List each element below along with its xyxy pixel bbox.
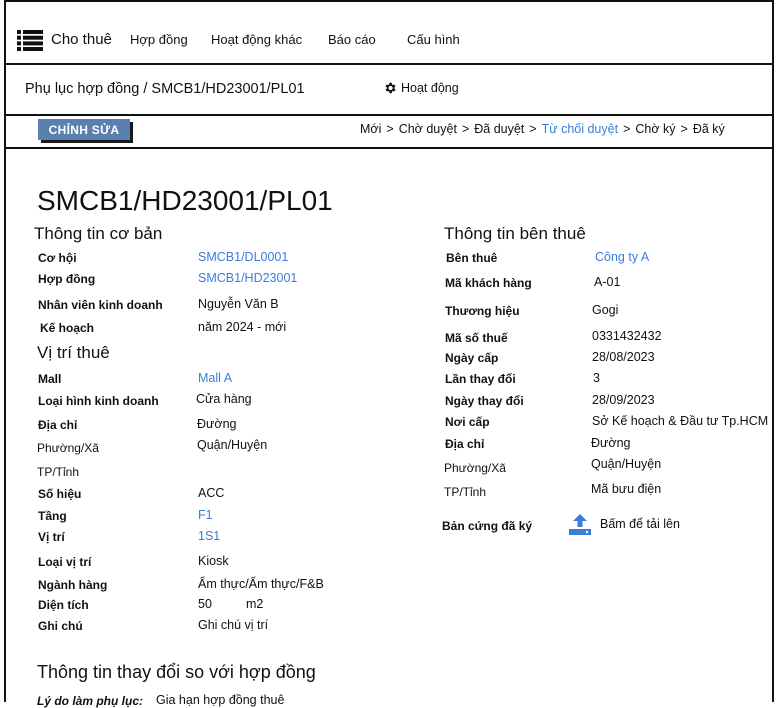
- floor-link[interactable]: F1: [198, 508, 213, 522]
- address-label: Địa chỉ: [38, 418, 78, 432]
- tax-code-value: 0331432432: [592, 329, 662, 343]
- contract-link[interactable]: SMCB1/HD23001: [198, 271, 297, 285]
- chevron-right-icon: >: [623, 122, 631, 136]
- opportunity-link[interactable]: SMCB1/DL0001: [198, 250, 288, 264]
- postal-code-value: Mã bưu điện: [591, 482, 662, 496]
- status-new[interactable]: Mới: [360, 122, 381, 136]
- nav-item-settings[interactable]: Cấu hình: [407, 32, 460, 47]
- status-signed[interactable]: Đã ký: [693, 122, 725, 136]
- customer-code-value: A-01: [594, 275, 621, 289]
- status-rejected[interactable]: Từ chối duyệt: [542, 122, 618, 136]
- sales-value: Nguyễn Văn B: [198, 297, 279, 311]
- issue-place-value: Sở Kế hoạch & Đầu tư Tp.HCM: [592, 414, 769, 428]
- address-value: Đường: [197, 417, 237, 431]
- activity-button[interactable]: Hoạt động: [383, 81, 459, 95]
- app-frame: [4, 0, 774, 702]
- status-awaiting-sign[interactable]: Chờ ký: [635, 122, 675, 136]
- upload-label: Bấm để tải lên: [600, 517, 680, 531]
- mall-link[interactable]: Mall A: [198, 371, 232, 385]
- plan-value: năm 2024 - mới: [198, 320, 287, 334]
- divider: [4, 147, 774, 149]
- divider: [4, 63, 774, 65]
- nav-item-reports[interactable]: Báo cáo: [328, 32, 376, 47]
- unit-number-label: Số hiệu: [38, 487, 82, 501]
- position-link[interactable]: 1S1: [198, 529, 220, 543]
- issue-place-label: Nơi cấp: [445, 415, 490, 429]
- floor-label: Tầng: [38, 509, 67, 523]
- plan-label: Kế hoạch: [40, 321, 95, 335]
- tenant-label: Bên thuê: [446, 251, 498, 265]
- tenant-district-value: Quận/Huyện: [591, 457, 662, 471]
- customer-code-label: Mã khách hàng: [445, 276, 532, 290]
- nav-item-contracts[interactable]: Hợp đồng: [130, 32, 188, 47]
- note-value: Ghi chú vị trí: [198, 618, 269, 632]
- change-date-label: Ngày thay đổi: [445, 394, 524, 408]
- position-type-label: Loại vị trí: [38, 555, 92, 569]
- upload-button[interactable]: Bấm để tải lên: [568, 512, 680, 536]
- ward-label: Phường/Xã: [37, 441, 99, 455]
- activity-label: Hoạt động: [401, 81, 459, 95]
- status-pipeline: Mới > Chờ duyệt > Đã duyệt > Từ chối duy…: [360, 122, 725, 136]
- tenant-address-label: Địa chỉ: [445, 437, 485, 451]
- brand-label: Thương hiệu: [445, 304, 520, 318]
- tax-code-label: Mã số thuế: [445, 331, 508, 345]
- change-count-value: 3: [593, 371, 600, 385]
- tenant-address-value: Đường: [591, 436, 631, 450]
- status-approved[interactable]: Đã duyệt: [474, 122, 524, 136]
- page-title: SMCB1/HD23001/PL01: [37, 185, 333, 216]
- reason-label: Lý do làm phụ lục:: [37, 694, 144, 708]
- area-label: Diện tích: [38, 598, 89, 612]
- app-brand[interactable]: Cho thuê: [51, 31, 112, 48]
- brand-value: Gogi: [592, 303, 619, 317]
- tenant-province-label: TP/Tỉnh: [444, 485, 487, 499]
- opportunity-label: Cơ hội: [38, 251, 77, 265]
- unit-number-value: ACC: [198, 486, 225, 500]
- reason-value: Gia hạn hợp đồng thuê: [156, 693, 285, 707]
- change-date-value: 28/09/2023: [592, 393, 655, 407]
- chevron-right-icon: >: [680, 122, 688, 136]
- industry-label: Ngành hàng: [38, 578, 108, 592]
- position-type-value: Kiosk: [198, 554, 229, 568]
- edit-button[interactable]: CHỈNH SỬA: [38, 119, 130, 140]
- divider: [4, 114, 774, 116]
- mall-label: Mall: [38, 372, 62, 386]
- chevron-right-icon: >: [461, 122, 470, 136]
- breadcrumb: Phụ lục hợp đồng / SMCB1/HD23001/PL01: [25, 81, 305, 97]
- province-label: TP/Tỉnh: [37, 465, 80, 479]
- gear-icon: [383, 81, 397, 95]
- tenant-link[interactable]: Công ty A: [595, 250, 649, 264]
- signed-copy-label: Bản cứng đã ký: [442, 519, 533, 533]
- change-count-label: Lần thay đổi: [445, 372, 516, 386]
- position-label: Vị trí: [38, 530, 65, 544]
- area-unit: m2: [246, 597, 264, 611]
- tenant-ward-label: Phường/Xã: [444, 461, 506, 475]
- section-tenant-heading: Thông tin bên thuê: [444, 224, 586, 243]
- area-value: 50: [198, 597, 212, 611]
- business-type-value: Cửa hàng: [196, 392, 252, 406]
- chevron-right-icon: >: [529, 122, 537, 136]
- chevron-right-icon: >: [386, 122, 394, 136]
- business-type-label: Loại hình kinh doanh: [38, 394, 159, 408]
- upload-icon: [568, 512, 592, 536]
- district-value: Quận/Huyện: [197, 438, 268, 452]
- section-changes-heading: Thông tin thay đổi so với hợp đồng: [37, 662, 316, 682]
- sales-label: Nhân viên kinh doanh: [38, 298, 163, 312]
- status-pending[interactable]: Chờ duyệt: [399, 122, 457, 136]
- note-label: Ghi chú: [38, 619, 83, 633]
- contract-label: Hợp đồng: [38, 272, 96, 286]
- section-basic-heading: Thông tin cơ bản: [34, 224, 163, 243]
- issue-date-label: Ngày cấp: [445, 351, 499, 365]
- industry-value: Ẩm thực/Ẩm thực/F&B: [198, 577, 324, 591]
- section-location-heading: Vị trí thuê: [37, 343, 110, 362]
- issue-date-value: 28/08/2023: [592, 350, 655, 364]
- nav-item-other-activities[interactable]: Hoạt động khác: [211, 32, 302, 47]
- menu-icon[interactable]: [17, 30, 43, 51]
